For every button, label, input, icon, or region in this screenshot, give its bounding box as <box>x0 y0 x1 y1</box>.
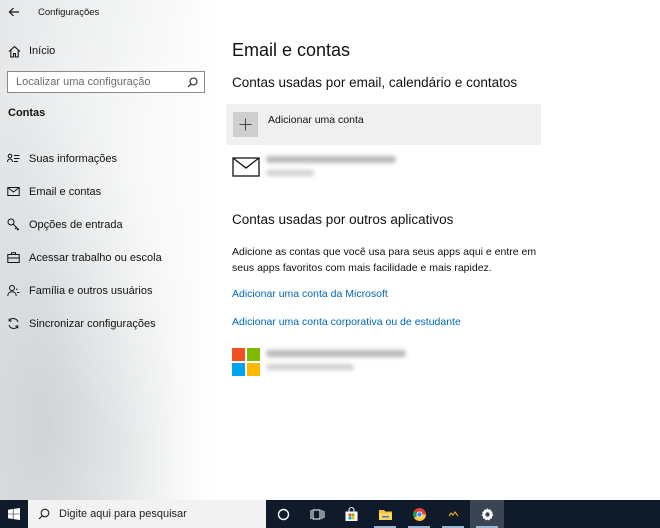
start-button[interactable] <box>0 500 28 528</box>
section-title: Contas <box>8 107 46 119</box>
sidebar-item-label: Opções de entrada <box>29 218 123 231</box>
sidebar-item-label: Email e contas <box>29 185 102 198</box>
add-microsoft-account-link[interactable]: Adicionar uma conta da Microsoft <box>232 288 388 300</box>
cortana-circle-icon <box>277 508 289 520</box>
add-work-account-link[interactable]: Adicionar uma conta corporativa ou de es… <box>232 316 461 328</box>
sidebar-item-email-e-contas[interactable]: Email e contas <box>0 175 216 208</box>
sidebar-item-suas-informacoes[interactable]: Suas informações <box>0 142 216 175</box>
sidebar-item-label: Família e outros usuários <box>29 284 153 297</box>
file-explorer-button[interactable] <box>368 500 402 528</box>
settings-search-input[interactable]: Localizar uma configuração <box>7 71 205 93</box>
page-title: Email e contas <box>232 40 351 60</box>
search-icon[interactable] <box>187 76 198 88</box>
file-explorer-icon <box>378 509 392 520</box>
sidebar-item-label: Sincronizar configurações <box>29 317 156 330</box>
add-account-label: Adicionar uma conta <box>268 113 364 126</box>
envelope-icon <box>232 157 260 177</box>
chrome-button[interactable] <box>402 500 436 528</box>
sync-icon <box>8 318 19 329</box>
add-account-button[interactable]: Adicionar uma conta <box>226 104 541 145</box>
sidebar-item-acessar-trabalho[interactable]: Acessar trabalho ou escola <box>0 241 216 274</box>
section-heading-email-accounts: Contas usadas por email, calendário e co… <box>232 75 518 90</box>
sidebar-item-label: Acessar trabalho ou escola <box>29 251 162 264</box>
store-button[interactable] <box>334 500 368 528</box>
search-icon <box>38 508 50 520</box>
mail-icon <box>7 187 20 196</box>
taskbar-search-box[interactable]: Digite aqui para pesquisar <box>28 500 266 528</box>
app-icon <box>446 510 460 518</box>
briefcase-icon <box>7 252 20 263</box>
taskbar: Digite aqui para pesquisar <box>0 500 660 528</box>
plus-tile <box>233 112 258 137</box>
blurred-account-details <box>266 154 396 176</box>
store-icon <box>345 506 357 521</box>
person-card-icon <box>7 153 20 163</box>
home-icon <box>8 45 21 58</box>
home-label: Início <box>29 45 56 57</box>
section-heading-other-apps: Contas usadas por outros aplicativos <box>232 212 454 227</box>
task-view-button[interactable] <box>300 500 334 528</box>
windows-logo-icon <box>8 508 20 520</box>
taskbar-search-placeholder: Digite aqui para pesquisar <box>59 508 187 520</box>
settings-gear-icon <box>481 507 493 520</box>
title-bar: Configurações <box>0 0 216 24</box>
section-description: Adicione as contas que você usa para seu… <box>232 246 537 274</box>
sidebar-item-opcoes-de-entrada[interactable]: Opções de entrada <box>0 208 216 241</box>
microsoft-account-item[interactable] <box>232 348 406 376</box>
key-icon <box>7 218 20 231</box>
sidebar-item-label: Suas informações <box>29 152 118 165</box>
email-account-item[interactable] <box>232 154 396 177</box>
app-button[interactable] <box>436 500 470 528</box>
app-title: Configurações <box>38 6 100 18</box>
settings-taskbar-button[interactable] <box>470 500 504 528</box>
sidebar-item-sincronizar[interactable]: Sincronizar configurações <box>0 307 216 340</box>
sidebar-item-familia[interactable]: Família e outros usuários <box>0 274 216 307</box>
back-arrow-icon <box>8 7 19 17</box>
sidebar: Configurações Início Localizar uma confi… <box>0 0 216 500</box>
plus-icon <box>239 118 252 131</box>
people-icon <box>7 285 20 297</box>
main-content: Email e contas Contas usadas por email, … <box>216 0 660 500</box>
blurred-account-details <box>266 348 406 370</box>
task-view-icon <box>310 509 324 519</box>
home-nav-item[interactable]: Início <box>8 42 55 60</box>
search-placeholder: Localizar uma configuração <box>16 76 151 88</box>
cortana-button[interactable] <box>266 500 300 528</box>
back-button[interactable] <box>0 0 28 24</box>
microsoft-logo-icon <box>232 348 260 376</box>
chrome-icon <box>412 507 426 521</box>
sidebar-nav: Suas informações Email e contas Opções d… <box>0 142 216 340</box>
